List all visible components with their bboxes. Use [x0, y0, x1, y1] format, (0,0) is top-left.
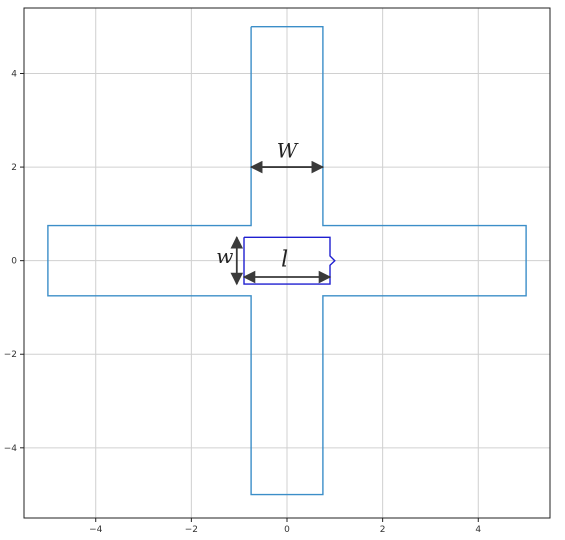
x-tick-label: −2 — [185, 525, 198, 535]
figure: Ww l −4 −2 0 2 4 4 2 0 −2 −4 — [4, 7, 551, 535]
ticks-layer: −4 −2 0 2 4 4 2 0 −2 −4 — [4, 70, 482, 535]
x-tick-label: 4 — [475, 525, 481, 535]
x-tick-label: 0 — [284, 525, 290, 535]
y-tick-label: 0 — [11, 257, 17, 267]
width-W-label: W — [277, 139, 299, 163]
length-l-label: l — [281, 247, 288, 272]
y-tick-label: 2 — [11, 163, 17, 173]
x-tick-label: −4 — [89, 525, 103, 535]
width-w-label: w — [216, 244, 233, 268]
y-tick-label: −2 — [4, 350, 17, 360]
y-tick-label: 4 — [11, 70, 17, 80]
y-tick-label: −4 — [4, 444, 18, 454]
annotations-layer: Ww l — [216, 139, 332, 286]
x-tick-label: 2 — [380, 525, 386, 535]
